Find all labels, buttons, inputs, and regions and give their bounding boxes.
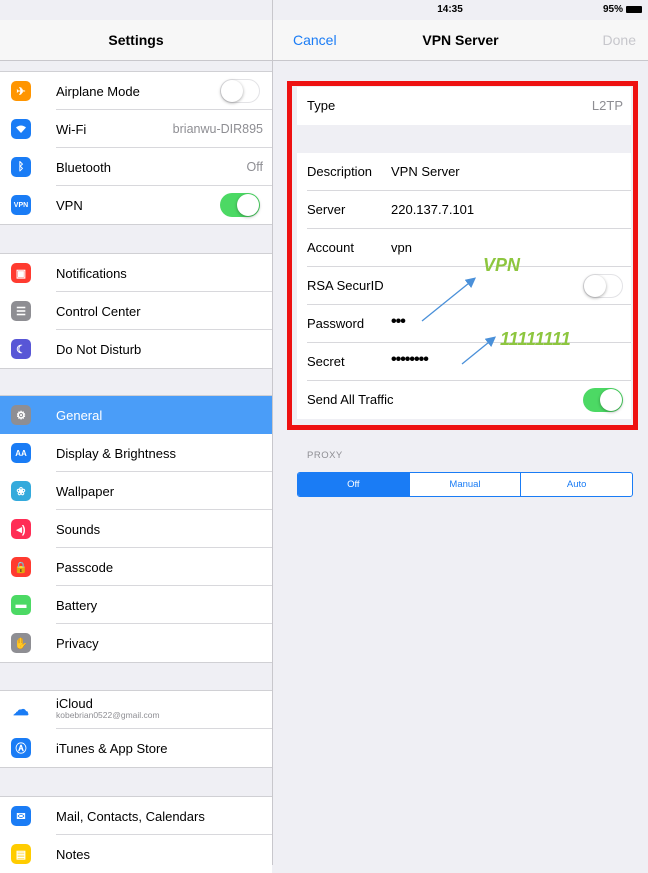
password-annotation-arrow xyxy=(421,277,477,322)
annotation-arrows xyxy=(421,277,497,365)
password-annotation: VPN xyxy=(483,255,521,275)
secret-annotation-arrow xyxy=(461,336,497,365)
secret-annotation: 11111111 xyxy=(500,329,571,349)
